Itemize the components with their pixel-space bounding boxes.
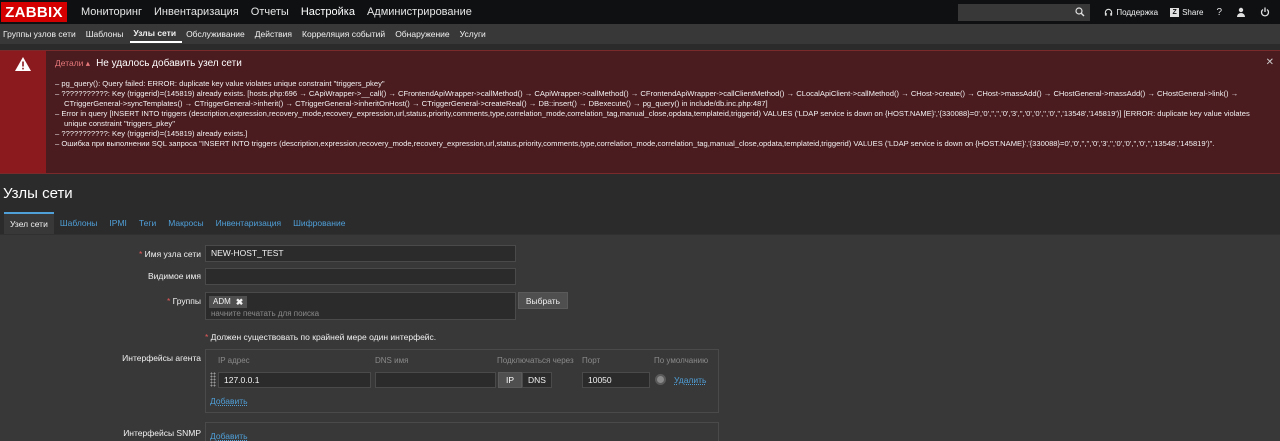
agent-interfaces-table: IP адрес DNS имя Подключаться через Порт… <box>205 349 719 413</box>
menu-configuration[interactable]: Настройка <box>295 0 361 24</box>
subnav-discovery[interactable]: Обнаружение <box>392 24 455 44</box>
tab-macros[interactable]: Макросы <box>162 212 209 234</box>
host-form: Узел сети Шаблоны IPMI Теги Макросы Инве… <box>0 212 1280 441</box>
remove-interface-link[interactable]: Удалить <box>674 375 706 385</box>
drag-handle-icon[interactable] <box>210 372 216 387</box>
support-label: Поддержка <box>1116 7 1159 17</box>
group-tag-label: ADM <box>213 297 231 306</box>
port-input[interactable]: 10050 <box>582 372 650 388</box>
global-search-input[interactable] <box>959 4 1070 20</box>
share-label: Share <box>1182 7 1204 17</box>
group-tag: ADM ✖ <box>209 296 248 308</box>
error-sidebar <box>0 51 46 173</box>
snmp-interfaces-table: Добавить <box>205 422 719 441</box>
form-panel: Имя узла сети NEW-HOST_TEST Видимое имя … <box>0 234 1280 441</box>
subnav-maintenance[interactable]: Обслуживание <box>183 24 251 44</box>
menu-administration[interactable]: Администрирование <box>361 0 478 24</box>
subnav-services[interactable]: Услуги <box>457 24 492 44</box>
subnav-templates[interactable]: Шаблоны <box>83 24 130 44</box>
error-line: Ошибка при выполнении SQL запроса "INSER… <box>55 139 1270 149</box>
subnav-host-groups[interactable]: Группы узлов сети <box>0 24 82 44</box>
share-icon: Z <box>1170 7 1180 17</box>
connect-ip-button[interactable]: IP <box>498 372 522 388</box>
sign-out-icon[interactable] <box>1260 7 1270 17</box>
menu-monitoring[interactable]: Мониторинг <box>75 0 148 24</box>
groups-search-placeholder[interactable]: начните печатать для поиска <box>211 309 319 318</box>
subnav-hosts[interactable]: Узлы сети <box>130 25 183 43</box>
subnav-actions[interactable]: Действия <box>252 24 298 44</box>
error-line: ???????????: Key (triggerid)=(145819) al… <box>55 89 1270 109</box>
remove-tag-icon[interactable]: ✖ <box>236 296 244 308</box>
ip-address-input[interactable]: 127.0.0.1 <box>218 372 371 388</box>
global-search[interactable] <box>958 3 1091 21</box>
error-header: Детали ▴ Не удалось добавить узел сети <box>55 58 242 69</box>
host-name-label: Имя узла сети <box>5 249 201 259</box>
error-line: ???????????: Key (triggerid)=(145819) al… <box>55 129 1270 139</box>
close-icon[interactable]: ✕ <box>1266 57 1274 68</box>
interface-required-note: * Должен существовать по крайней мере од… <box>205 332 436 342</box>
add-agent-interface-link[interactable]: Добавить <box>210 396 248 406</box>
page-title: Узлы сети <box>3 185 73 202</box>
port-header: Порт <box>582 356 601 365</box>
user-profile-icon[interactable] <box>1236 7 1246 17</box>
snmp-interfaces-label: Интерфейсы SNMP <box>123 428 201 438</box>
support-link[interactable]: Поддержка <box>1104 8 1158 17</box>
error-line: Error in query [INSERT INTO triggers (de… <box>55 109 1270 129</box>
zabbix-logo[interactable]: ZABBIX <box>1 2 67 22</box>
tab-host[interactable]: Узел сети <box>4 212 54 234</box>
host-name-input[interactable]: NEW-HOST_TEST <box>205 245 516 262</box>
tab-templates[interactable]: Шаблоны <box>54 212 104 234</box>
tab-encryption[interactable]: Шифрование <box>287 212 351 234</box>
details-toggle[interactable]: Детали ▴ <box>55 58 90 69</box>
dns-name-input[interactable] <box>375 372 496 388</box>
top-right-tools: Поддержка Z Share ? <box>958 0 1280 24</box>
interface-note-text: Должен существовать по крайней мере один… <box>210 332 437 342</box>
agent-interfaces-label: Интерфейсы агента <box>122 353 201 363</box>
sub-navigation: Группы узлов сети Шаблоны Узлы сети Обсл… <box>0 24 1280 44</box>
dns-name-header: DNS имя <box>375 356 409 365</box>
warning-icon <box>15 57 31 71</box>
default-header: По умолчанию <box>654 356 709 365</box>
connect-dns-button[interactable]: DNS <box>522 372 552 388</box>
error-line: pg_query(): Query failed: ERROR: duplica… <box>55 79 1270 89</box>
groups-label: Группы <box>5 296 201 306</box>
subnav-event-correlation[interactable]: Корреляция событий <box>299 24 391 44</box>
tab-ipmi[interactable]: IPMI <box>103 212 132 234</box>
error-title: Не удалось добавить узел сети <box>96 58 242 69</box>
headset-icon <box>1105 8 1113 16</box>
select-groups-button[interactable]: Выбрать <box>518 292 568 309</box>
menu-inventory[interactable]: Инвентаризация <box>148 0 245 24</box>
main-menu: Мониторинг Инвентаризация Отчеты Настрой… <box>75 0 478 24</box>
groups-multiselect[interactable]: ADM ✖ начните печатать для поиска <box>205 292 516 320</box>
tab-tags[interactable]: Теги <box>133 212 162 234</box>
tab-inventory[interactable]: Инвентаризация <box>210 212 288 234</box>
menu-reports[interactable]: Отчеты <box>245 0 295 24</box>
share-link[interactable]: Z Share <box>1170 7 1204 17</box>
error-message-box: Детали ▴ Не удалось добавить узел сети ✕… <box>0 50 1280 174</box>
error-details-list: pg_query(): Query failed: ERROR: duplica… <box>55 79 1270 149</box>
visible-name-input[interactable] <box>205 268 516 285</box>
ip-address-header: IP адрес <box>218 356 250 365</box>
form-tabs: Узел сети Шаблоны IPMI Теги Макросы Инве… <box>4 212 351 234</box>
add-snmp-interface-link[interactable]: Добавить <box>210 431 248 441</box>
top-navigation: ZABBIX Мониторинг Инвентаризация Отчеты … <box>0 0 1280 24</box>
search-icon[interactable] <box>1075 6 1085 20</box>
visible-name-label: Видимое имя <box>148 271 201 281</box>
default-interface-radio[interactable] <box>655 374 666 385</box>
help-icon[interactable]: ? <box>1216 7 1222 18</box>
connect-via-header: Подключаться через <box>497 356 574 365</box>
